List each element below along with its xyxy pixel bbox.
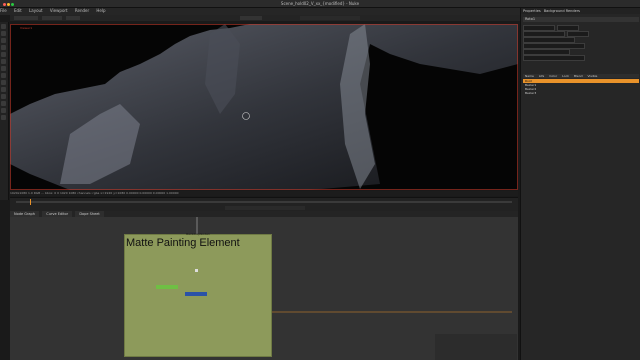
mini-map xyxy=(435,334,517,360)
draw-tool-icon[interactable] xyxy=(1,31,6,36)
transform-tool-icon[interactable] xyxy=(1,80,6,85)
color-tool-icon[interactable] xyxy=(1,52,6,57)
viewer-image xyxy=(10,24,518,190)
col-blend: Blend xyxy=(573,74,583,78)
playhead[interactable] xyxy=(30,199,31,205)
property-row xyxy=(523,42,639,49)
window-title: Scene_hold02_V_xx_{modified} - Nuke xyxy=(280,1,360,6)
filter-tool-icon[interactable] xyxy=(1,59,6,64)
toolsets-icon[interactable] xyxy=(1,108,6,113)
left-toolbar xyxy=(0,22,9,200)
pointer-tool-icon[interactable] xyxy=(1,24,6,29)
viewer-canvas[interactable]: Viewer1 xyxy=(10,24,518,190)
alpha-dropdown[interactable] xyxy=(66,16,80,20)
title-bar: Scene_hold02_V_xx_{modified} - Nuke xyxy=(0,0,640,8)
menu-bar: File Edit Layout Viewport Render Help xyxy=(0,8,520,15)
3d-tool-icon[interactable] xyxy=(1,87,6,92)
properties-panel: Properties Background Renders Roto1 Name… xyxy=(520,8,640,360)
col-visible: Visible xyxy=(587,74,598,78)
properties-tabs: Properties Background Renders xyxy=(521,8,640,14)
layer-dropdown[interactable] xyxy=(42,16,62,20)
menu-item-edit[interactable]: Edit xyxy=(14,8,22,13)
node-name-field[interactable]: Roto1 xyxy=(523,17,639,22)
col-color: Color xyxy=(549,74,558,78)
roto-node[interactable] xyxy=(185,292,207,296)
backdrop-node-name: BackdropNode1 xyxy=(186,232,210,236)
keyer-tool-icon[interactable] xyxy=(1,66,6,71)
layers-header: Name Life Color Lock Blend Visible xyxy=(523,74,639,78)
menu-item-help[interactable]: Help xyxy=(96,8,105,13)
timeline-track[interactable] xyxy=(16,201,512,203)
playback-controls[interactable] xyxy=(225,206,305,210)
menu-item-render[interactable]: Render xyxy=(75,8,89,13)
timeline[interactable] xyxy=(10,197,518,212)
merge-tool-icon[interactable] xyxy=(1,73,6,78)
property-row xyxy=(523,24,639,31)
viewer-controls[interactable] xyxy=(300,16,360,20)
channel-dropdown[interactable] xyxy=(14,16,38,20)
backdrop-node[interactable]: BackdropNode1 Matte Painting Element xyxy=(124,232,272,357)
viewer-input-dropdown[interactable] xyxy=(240,16,262,20)
time-tool-icon[interactable] xyxy=(1,38,6,43)
menu-item-viewport[interactable]: Viewport xyxy=(50,8,68,13)
col-life: Life xyxy=(538,74,545,78)
metadata-tool-icon[interactable] xyxy=(1,101,6,106)
property-row xyxy=(523,54,639,61)
col-lock: Lock xyxy=(562,74,569,78)
property-row xyxy=(523,36,639,43)
property-row xyxy=(523,48,639,55)
tab-properties[interactable]: Properties xyxy=(523,9,541,13)
read-node[interactable] xyxy=(156,285,178,289)
col-name: Name xyxy=(525,74,534,78)
motion-blur-field[interactable] xyxy=(523,54,585,61)
viewer-status-line: 1920x1080 1.0 RGB ... bbox: 0 0 1920 108… xyxy=(10,191,518,196)
channel-tool-icon[interactable] xyxy=(1,45,6,50)
tab-background-renders[interactable]: Background Renders xyxy=(544,9,580,13)
other-tool-icon[interactable] xyxy=(1,115,6,120)
views-tool-icon[interactable] xyxy=(1,94,6,99)
property-row xyxy=(523,30,639,37)
viewer-tag: Viewer1 xyxy=(20,26,33,30)
layer-row[interactable]: Bezier3 xyxy=(523,91,639,95)
menu-item-layout[interactable]: Layout xyxy=(29,8,43,13)
menu-item-file[interactable]: File xyxy=(0,8,7,13)
dot-node[interactable] xyxy=(195,269,198,272)
viewer-toolbar xyxy=(10,15,520,21)
backdrop-label: Matte Painting Element xyxy=(126,237,240,249)
